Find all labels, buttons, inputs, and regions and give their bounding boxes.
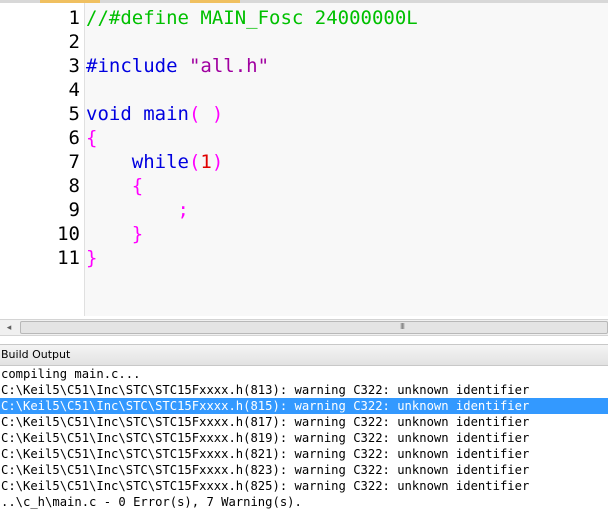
code-text: { bbox=[86, 126, 97, 150]
build-output-line[interactable]: C:\Keil5\C51\Inc\STC\STC15Fxxxx.h(821): … bbox=[0, 446, 608, 462]
line-number: 9 bbox=[68, 199, 80, 221]
line-number: 2 bbox=[68, 31, 80, 53]
build-output-line[interactable]: compiling main.c... bbox=[0, 366, 608, 382]
build-output-line[interactable]: C:\Keil5\C51\Inc\STC\STC15Fxxxx.h(819): … bbox=[0, 430, 608, 446]
build-output-header: Build Output bbox=[0, 344, 608, 366]
code-text: void main( ) bbox=[86, 102, 223, 126]
line-number: 7 bbox=[68, 151, 80, 173]
code-text: { bbox=[86, 174, 143, 198]
code-line[interactable]: 4 bbox=[0, 78, 608, 102]
build-output-line[interactable]: C:\Keil5\C51\Inc\STC\STC15Fxxxx.h(817): … bbox=[0, 414, 608, 430]
code-line[interactable]: 5 void main( ) bbox=[0, 102, 608, 126]
horizontal-scrollbar[interactable]: ◂ III bbox=[0, 319, 608, 336]
code-line[interactable]: 10 } bbox=[0, 222, 608, 246]
code-token: } bbox=[86, 223, 144, 245]
code-token: ( ) bbox=[188, 103, 224, 125]
code-token: //#define MAIN_Fosc 24000000L bbox=[86, 7, 418, 29]
build-output-line[interactable]: C:\Keil5\C51\Inc\STC\STC15Fxxxx.h(823): … bbox=[0, 462, 608, 478]
code-token: ) bbox=[211, 151, 224, 173]
line-number: 5 bbox=[68, 103, 80, 125]
code-line[interactable]: 2 bbox=[0, 30, 608, 54]
code-token: 1 bbox=[200, 151, 212, 173]
code-token: { bbox=[86, 127, 98, 149]
line-number: 1 bbox=[68, 7, 80, 29]
line-number: 4 bbox=[68, 79, 80, 101]
build-output-line[interactable]: C:\Keil5\C51\Inc\STC\STC15Fxxxx.h(813): … bbox=[0, 382, 608, 398]
code-token: void bbox=[86, 103, 132, 125]
scroll-left-arrow-icon[interactable]: ◂ bbox=[3, 321, 15, 335]
code-token: main bbox=[131, 103, 189, 125]
code-text: } bbox=[86, 222, 143, 246]
code-text: #include "all.h" bbox=[86, 54, 269, 78]
code-line[interactable]: 6{ bbox=[0, 126, 608, 150]
code-line[interactable]: 7 while(1) bbox=[0, 150, 608, 174]
build-output-line[interactable]: ..\c_h\main.c - 0 Error(s), 7 Warning(s)… bbox=[0, 494, 608, 510]
build-output-title: Build Output bbox=[1, 348, 71, 361]
build-output-line[interactable]: C:\Keil5\C51\Inc\STC\STC15Fxxxx.h(825): … bbox=[0, 478, 608, 494]
code-token: ; bbox=[86, 199, 189, 221]
scrollbar-thumb[interactable] bbox=[20, 321, 608, 334]
code-editor[interactable]: 1 //#define MAIN_Fosc 24000000L 2 3 #include… bbox=[0, 3, 608, 316]
code-text: } bbox=[86, 246, 97, 270]
code-text: ; bbox=[86, 198, 189, 222]
code-text: //#define MAIN_Fosc 24000000L bbox=[86, 6, 418, 30]
code-token: ( bbox=[188, 151, 201, 173]
code-token: "all.h" bbox=[188, 55, 270, 77]
code-token: { bbox=[86, 175, 144, 197]
code-line[interactable]: 8 { bbox=[0, 174, 608, 198]
code-token: } bbox=[86, 247, 98, 269]
line-number: 8 bbox=[68, 175, 80, 197]
pane-splitter[interactable] bbox=[0, 336, 608, 344]
code-token: while bbox=[86, 151, 189, 173]
build-output-panel[interactable]: compiling main.c... C:\Keil5\C51\Inc\STC\… bbox=[0, 366, 608, 518]
line-number: 11 bbox=[57, 247, 80, 269]
build-output-line-selected[interactable]: C:\Keil5\C51\Inc\STC\STC15Fxxxx.h(815): … bbox=[0, 398, 608, 414]
line-number: 6 bbox=[68, 127, 80, 149]
code-text: while(1) bbox=[86, 150, 224, 174]
code-token: #include bbox=[86, 55, 189, 77]
scrollbar-grip-icon: III bbox=[399, 322, 405, 331]
code-line[interactable]: 11} bbox=[0, 246, 608, 270]
code-line[interactable]: 1 //#define MAIN_Fosc 24000000L bbox=[0, 6, 608, 30]
code-line[interactable]: 9 ; bbox=[0, 198, 608, 222]
line-number: 3 bbox=[68, 55, 80, 77]
line-number: 10 bbox=[57, 223, 80, 245]
code-line[interactable]: 3 #include "all.h" bbox=[0, 54, 608, 78]
